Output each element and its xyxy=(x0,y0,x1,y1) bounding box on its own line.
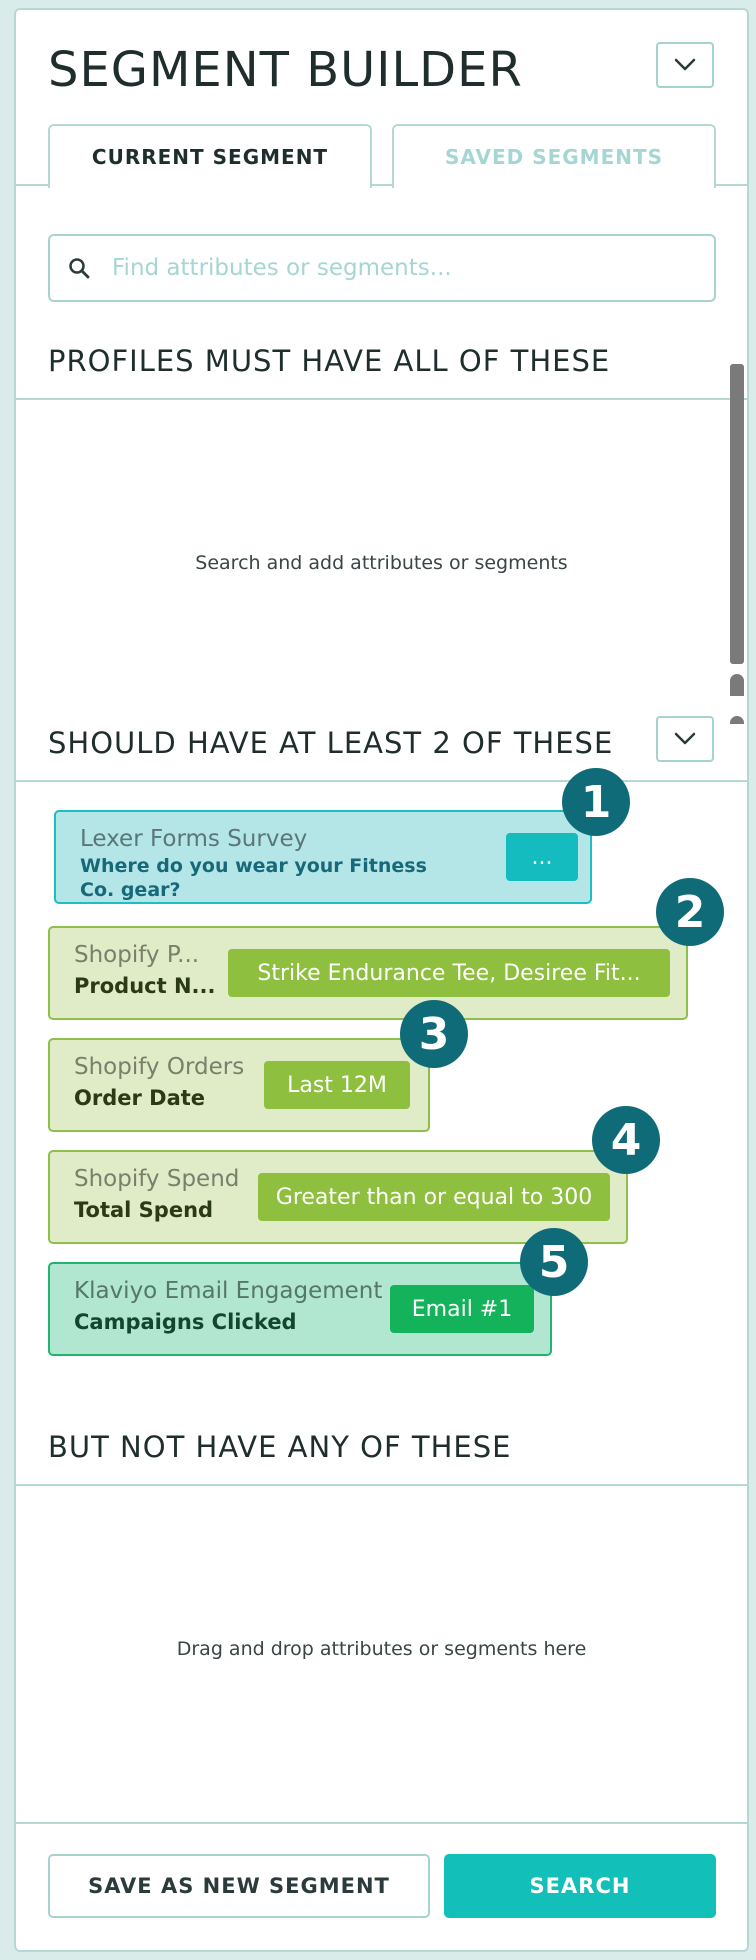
chevron-down-icon xyxy=(674,732,696,745)
condition-attribute: Total Spend xyxy=(74,1198,214,1222)
search-input[interactable] xyxy=(112,255,672,281)
chevron-down-icon xyxy=(674,58,696,71)
search-button[interactable]: SEARCH xyxy=(444,1854,716,1918)
condition-value-pill[interactable]: Greater than or equal to 300 xyxy=(258,1173,610,1221)
not-have-title: BUT NOT HAVE ANY OF THESE xyxy=(48,1430,512,1464)
scrollbar-arrow[interactable] xyxy=(730,674,744,696)
callout-badge-4: 4 xyxy=(592,1106,660,1174)
must-have-divider xyxy=(16,398,747,400)
should-have-title: SHOULD HAVE AT LEAST 2 OF THESE xyxy=(48,726,614,760)
tab-current-segment[interactable]: CURRENT SEGMENT xyxy=(48,124,372,188)
save-as-new-segment-button[interactable]: SAVE AS NEW SEGMENT xyxy=(48,1854,430,1918)
should-have-divider xyxy=(16,780,747,782)
must-have-hint: Search and add attributes or segments xyxy=(195,552,568,574)
condition-value-pill[interactable]: Last 12M xyxy=(264,1061,410,1109)
callout-badge-1: 1 xyxy=(562,768,630,836)
scrollbar-arrow-bottom[interactable] xyxy=(730,716,744,724)
page-title: SEGMENT BUILDER xyxy=(48,42,523,98)
collapse-panel-button[interactable] xyxy=(656,42,714,88)
not-have-hint: Drag and drop attributes or segments her… xyxy=(176,1638,587,1660)
tab-saved-segments[interactable]: SAVED SEGMENTS xyxy=(392,124,716,188)
must-have-title: PROFILES MUST HAVE ALL OF THESE xyxy=(48,344,611,378)
condition-source: Klaviyo Email Engagement xyxy=(74,1278,383,1304)
search-box[interactable] xyxy=(48,234,716,302)
condition-source: Lexer Forms Survey xyxy=(80,826,308,852)
callout-badge-2: 2 xyxy=(656,878,724,946)
condition-card-lexer-survey[interactable]: Lexer Forms Survey Where do you wear you… xyxy=(54,810,592,904)
callout-badge-3: 3 xyxy=(400,1000,468,1068)
condition-value-pill[interactable]: Strike Endurance Tee, Desiree Fit... xyxy=(228,949,670,997)
condition-card-shopify-product[interactable]: Shopify P... Product N... Strike Enduran… xyxy=(48,926,688,1020)
condition-attribute: Order Date xyxy=(74,1086,206,1110)
condition-value-pill[interactable]: ... xyxy=(506,833,578,881)
condition-card-klaviyo-email[interactable]: Klaviyo Email Engagement Campaigns Click… xyxy=(48,1262,552,1356)
condition-value-pill[interactable]: Email #1 xyxy=(390,1285,534,1333)
footer-divider xyxy=(16,1822,747,1824)
condition-attribute: Product N... xyxy=(74,974,216,998)
condition-source: Shopify P... xyxy=(74,942,200,968)
condition-attribute: Campaigns Clicked xyxy=(74,1310,297,1334)
not-have-divider xyxy=(16,1484,747,1486)
condition-attribute: Where do you wear your Fitness Co. gear? xyxy=(80,855,427,901)
condition-card-shopify-orders[interactable]: Shopify Orders Order Date Last 12M xyxy=(48,1038,430,1132)
callout-badge-5: 5 xyxy=(520,1228,588,1296)
scrollbar-thumb[interactable] xyxy=(730,364,744,664)
search-icon xyxy=(69,258,90,279)
segment-builder-panel: SEGMENT BUILDER CURRENT SEGMENT SAVED SE… xyxy=(14,8,749,1952)
condition-source: Shopify Orders xyxy=(74,1054,245,1080)
condition-source: Shopify Spend xyxy=(74,1166,240,1192)
should-have-toggle-button[interactable] xyxy=(656,716,714,762)
